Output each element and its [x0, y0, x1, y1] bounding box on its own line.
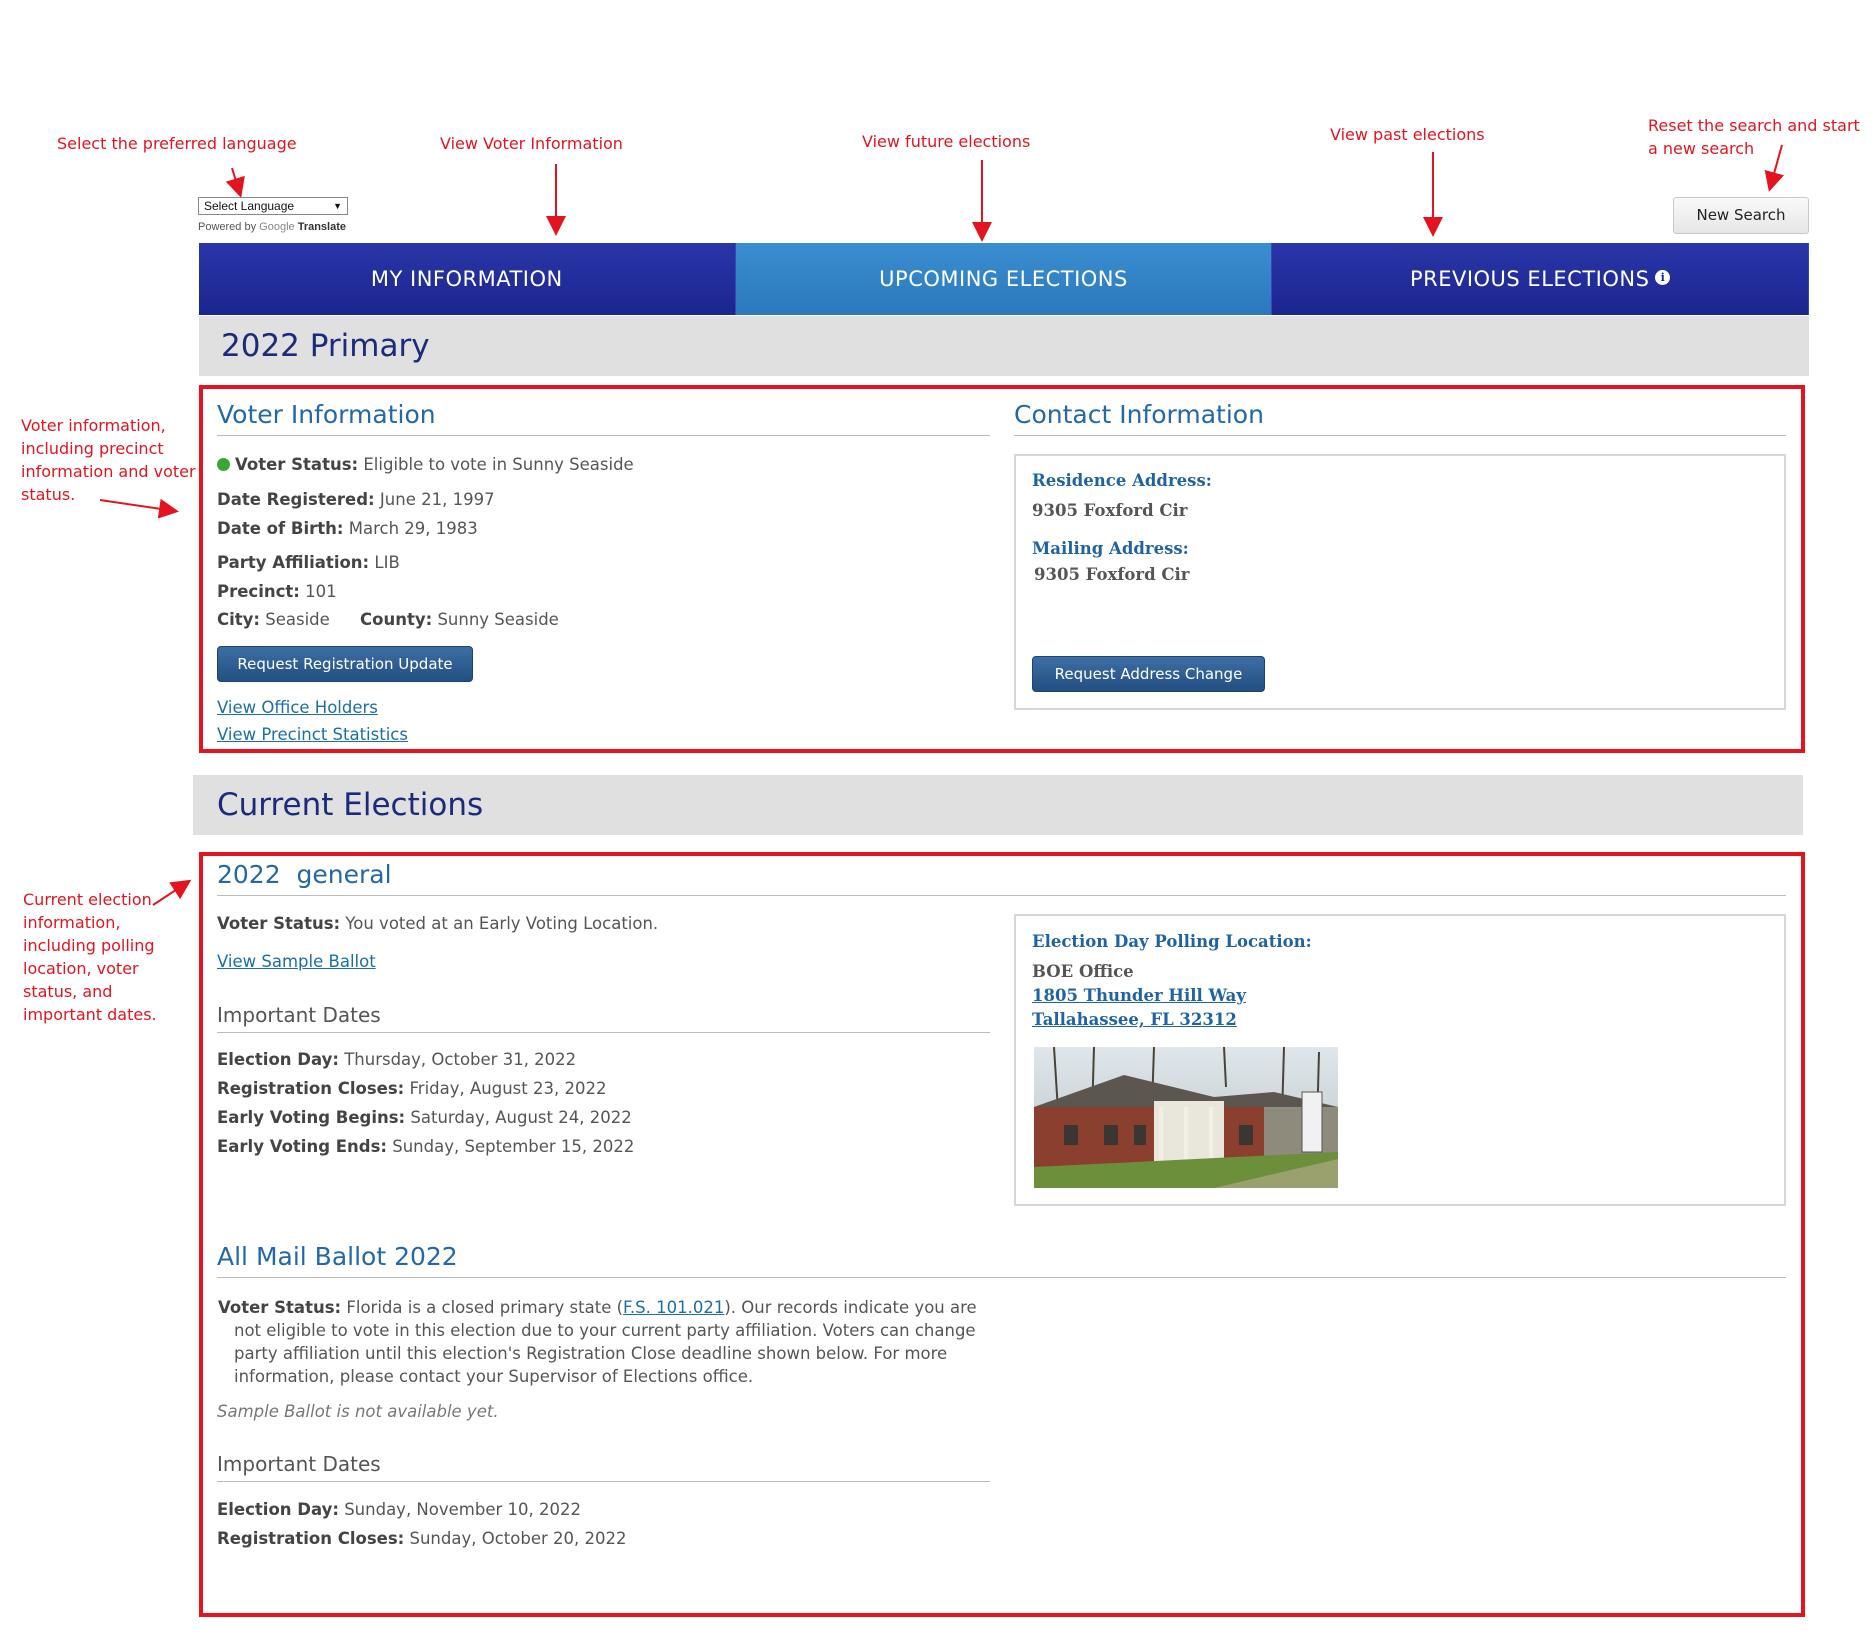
- precinct-label: Precinct:: [217, 582, 300, 601]
- county-label: County:: [360, 610, 433, 629]
- general-status-label: Voter Status:: [217, 914, 341, 933]
- sample-ballot-note: Sample Ballot is not available yet.: [217, 1402, 499, 1421]
- party-label: Party Affiliation:: [217, 553, 370, 572]
- google-logo: Google: [259, 221, 295, 233]
- request-address-change-button[interactable]: Request Address Change: [1032, 656, 1265, 692]
- city-value: Seaside: [265, 610, 330, 629]
- annotation-language: Select the preferred language: [57, 134, 297, 153]
- tab-previous-elections-label: PREVIOUS ELECTIONS: [1409, 267, 1650, 291]
- general-date-row: Early Voting Begins: Saturday, August 24…: [217, 1108, 632, 1127]
- mail-date-row: Election Day: Sunday, November 10, 2022: [217, 1500, 581, 1519]
- view-precinct-statistics-link[interactable]: View Precinct Statistics: [217, 725, 408, 744]
- primary-title: 2022 Primary: [199, 316, 1809, 376]
- powered-by-google-translate: Powered by Google Translate: [198, 221, 346, 233]
- language-select[interactable]: Select Language ▼: [198, 197, 348, 215]
- status-dot-icon: [217, 458, 230, 471]
- tab-my-information[interactable]: MY INFORMATION: [199, 243, 736, 315]
- city: City: Seaside: [217, 610, 330, 629]
- statute-link[interactable]: F.S. 101.021: [623, 1298, 724, 1317]
- date-label: Early Voting Ends:: [217, 1137, 387, 1156]
- chevron-down-icon: ▼: [333, 201, 342, 211]
- language-select-label: Select Language: [204, 199, 295, 213]
- party-value: LIB: [374, 553, 400, 572]
- polling-address-line2-link[interactable]: Tallahassee, FL 32312: [1032, 1010, 1237, 1029]
- date-registered: Date Registered: June 21, 1997: [217, 490, 495, 509]
- contact-info-heading: Contact Information: [1014, 400, 1786, 436]
- general-date-row: Early Voting Ends: Sunday, September 15,…: [217, 1137, 634, 1156]
- translate-text: Translate: [297, 221, 347, 233]
- tab-previous-elections[interactable]: PREVIOUS ELECTIONS i: [1272, 243, 1810, 315]
- annotation-voter-info: View Voter Information: [440, 134, 623, 153]
- polling-address-line1-link[interactable]: 1805 Thunder Hill Way: [1032, 986, 1246, 1005]
- date-registered-value: June 21, 1997: [379, 490, 495, 509]
- polling-location-name: BOE Office: [1032, 962, 1134, 981]
- residence-address-label: Residence Address:: [1032, 471, 1212, 490]
- polling-location-photo: [1034, 1047, 1338, 1188]
- mailing-address-value: 9305 Foxford Cir: [1034, 565, 1190, 584]
- main-nav: MY INFORMATION UPCOMING ELECTIONS PREVIO…: [199, 243, 1810, 315]
- voter-status-label: Voter Status:: [235, 455, 359, 474]
- general-date-row: Registration Closes: Friday, August 23, …: [217, 1079, 606, 1098]
- mailing-address-label: Mailing Address:: [1032, 539, 1189, 558]
- date-value: Sunday, November 10, 2022: [344, 1500, 581, 1519]
- general-status-value: You voted at an Early Voting Location.: [345, 914, 659, 933]
- date-value: Saturday, August 24, 2022: [410, 1108, 632, 1127]
- date-value: Friday, August 23, 2022: [409, 1079, 607, 1098]
- city-label: City:: [217, 610, 261, 629]
- powered-by-text: Powered by: [198, 221, 257, 233]
- date-value: Sunday, October 20, 2022: [409, 1529, 627, 1548]
- general-election-heading: 2022 general: [217, 860, 1786, 896]
- mail-status-text: ). Our records indicate you are: [724, 1298, 977, 1317]
- date-registered-label: Date Registered:: [217, 490, 375, 509]
- county-value: Sunny Seaside: [437, 610, 559, 629]
- date-label: Early Voting Begins:: [217, 1108, 406, 1127]
- mail-important-dates-heading: Important Dates: [217, 1452, 990, 1482]
- view-sample-ballot-link[interactable]: View Sample Ballot: [217, 952, 376, 971]
- mail-status-text: party affiliation until this election's …: [234, 1344, 948, 1363]
- residence-address-value: 9305 Foxford Cir: [1032, 501, 1188, 520]
- general-important-dates-heading: Important Dates: [217, 1003, 990, 1033]
- general-election-year: 2022: [217, 860, 281, 889]
- new-search-button[interactable]: New Search: [1673, 197, 1809, 234]
- date-value: Sunday, September 15, 2022: [392, 1137, 635, 1156]
- annotation-left-current: Current election information, including …: [23, 890, 157, 1024]
- dob-value: March 29, 1983: [348, 519, 478, 538]
- general-election-name: general: [296, 860, 392, 889]
- date-label: Registration Closes:: [217, 1079, 405, 1098]
- general-date-row: Election Day: Thursday, October 31, 2022: [217, 1050, 576, 1069]
- date-label: Election Day:: [217, 1050, 339, 1069]
- party-affiliation: Party Affiliation: LIB: [217, 553, 400, 572]
- general-voter-status: Voter Status: You voted at an Early Voti…: [217, 914, 658, 933]
- voter-status: Voter Status: Eligible to vote in Sunny …: [217, 455, 634, 474]
- date-label: Registration Closes:: [217, 1529, 405, 1548]
- county: County: Sunny Seaside: [360, 610, 559, 629]
- annotation-future: View future elections: [862, 132, 1031, 151]
- polling-location-label: Election Day Polling Location:: [1032, 932, 1312, 951]
- info-icon[interactable]: i: [1655, 270, 1671, 285]
- mail-date-row: Registration Closes: Sunday, October 20,…: [217, 1529, 626, 1548]
- mail-status-text: Florida is a closed primary state (: [346, 1298, 624, 1317]
- annotation-reset: Reset the search and start a new search: [1648, 116, 1860, 158]
- request-registration-update-button[interactable]: Request Registration Update: [217, 646, 473, 682]
- tab-my-information-label: MY INFORMATION: [370, 267, 563, 291]
- precinct: Precinct: 101: [217, 582, 337, 601]
- date-value: Thursday, October 31, 2022: [344, 1050, 577, 1069]
- annotation-past: View past elections: [1330, 125, 1485, 144]
- mail-status-text: information, please contact your Supervi…: [234, 1367, 754, 1386]
- mail-status-label: Voter Status:: [218, 1298, 342, 1317]
- tab-upcoming-elections[interactable]: UPCOMING ELECTIONS: [735, 243, 1273, 315]
- tab-upcoming-elections-label: UPCOMING ELECTIONS: [879, 267, 1128, 291]
- view-office-holders-link[interactable]: View Office Holders: [217, 698, 378, 717]
- voter-status-value: Eligible to vote in Sunny Seaside: [363, 455, 634, 474]
- date-of-birth: Date of Birth: March 29, 1983: [217, 519, 478, 538]
- voter-info-heading: Voter Information: [217, 400, 990, 436]
- mail-voter-status: Voter Status: Florida is a closed primar…: [218, 1296, 998, 1388]
- annotation-left-voter: Voter information, including precinct in…: [21, 416, 196, 504]
- date-label: Election Day:: [217, 1500, 339, 1519]
- mail-status-text: not eligible to vote in this election du…: [234, 1321, 976, 1340]
- dob-label: Date of Birth:: [217, 519, 344, 538]
- mail-ballot-heading: All Mail Ballot 2022: [217, 1242, 1786, 1278]
- precinct-value: 101: [305, 582, 337, 601]
- current-elections-title: Current Elections: [193, 775, 1803, 835]
